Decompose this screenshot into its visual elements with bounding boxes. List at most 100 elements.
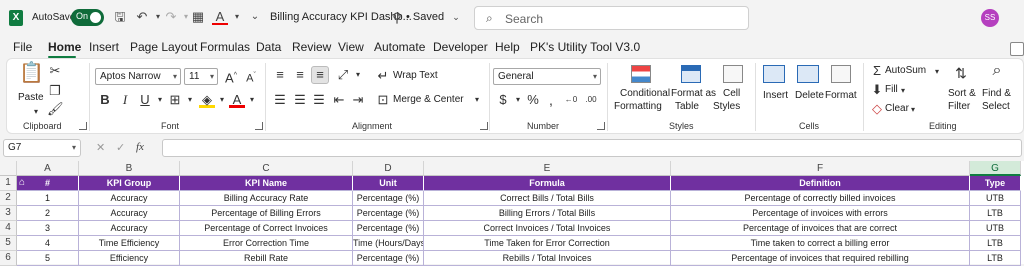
- table-header-cell[interactable]: ⌂ #: [17, 176, 79, 191]
- format-cells-icon[interactable]: [831, 65, 851, 83]
- clear-dropdown-icon[interactable]: ▾: [905, 102, 921, 118]
- table-cell[interactable]: Time Efficiency: [79, 236, 180, 251]
- fill-dropdown-icon[interactable]: ▾: [895, 83, 911, 99]
- wrap-text-label[interactable]: Wrap Text: [393, 70, 438, 81]
- insert-function-icon[interactable]: fx: [136, 141, 144, 153]
- paste-label[interactable]: Paste: [18, 92, 44, 103]
- increase-decimal-icon[interactable]: ←0: [563, 92, 579, 108]
- column-header-a[interactable]: A: [17, 161, 79, 176]
- table-header-cell[interactable]: Unit: [353, 176, 424, 191]
- column-header-e[interactable]: E: [424, 161, 671, 176]
- table-cell[interactable]: Time taken to correct a billing error: [671, 236, 970, 251]
- tab-insert[interactable]: Insert: [89, 40, 119, 54]
- font-color-icon[interactable]: A: [212, 9, 228, 25]
- table-cell[interactable]: Correct Bills / Total Bills: [424, 191, 671, 206]
- column-header-f[interactable]: F: [671, 161, 970, 176]
- font-launcher-icon[interactable]: [255, 122, 263, 130]
- align-middle-icon[interactable]: ≡: [292, 67, 308, 83]
- save-icon[interactable]: 🖫: [112, 9, 128, 25]
- orientation-icon[interactable]: ⤢: [335, 67, 351, 83]
- row-header[interactable]: 5: [0, 236, 17, 251]
- fill-icon[interactable]: ⬇: [869, 82, 885, 98]
- tab-home[interactable]: Home: [48, 40, 81, 54]
- table-cell[interactable]: Percentage of Billing Errors: [180, 206, 353, 221]
- tab-help[interactable]: Help: [495, 40, 520, 54]
- avatar[interactable]: SS: [981, 9, 999, 27]
- table-header-cell[interactable]: Type: [970, 176, 1021, 191]
- table-cell[interactable]: Accuracy: [79, 221, 180, 236]
- underline-icon[interactable]: U: [137, 92, 153, 108]
- tab-formulas[interactable]: Formulas: [200, 40, 250, 54]
- merge-center-label[interactable]: Merge & Center: [393, 94, 464, 105]
- font-name-select[interactable]: Aptos Narrow ▾: [95, 68, 181, 85]
- autosum-dropdown-icon[interactable]: ▾: [929, 64, 945, 80]
- column-header-g[interactable]: G: [970, 161, 1021, 176]
- align-bottom-icon[interactable]: ≡: [311, 66, 329, 84]
- italic-icon[interactable]: I: [117, 92, 133, 108]
- autosave-toggle[interactable]: On: [71, 9, 104, 26]
- table-cell[interactable]: Percentage (%): [353, 206, 424, 221]
- align-top-icon[interactable]: ≡: [272, 67, 288, 83]
- table-cell[interactable]: 3: [17, 221, 79, 236]
- orientation-dropdown-icon[interactable]: ▾: [350, 67, 366, 83]
- sort-filter-label-1[interactable]: Sort &: [948, 88, 976, 99]
- tab-utility-tool[interactable]: PK's Utility Tool V3.0: [530, 40, 640, 54]
- find-select-label-1[interactable]: Find &: [982, 88, 1011, 99]
- cell-styles-icon[interactable]: [723, 65, 743, 83]
- copy-icon[interactable]: ❐: [47, 83, 63, 99]
- tab-data[interactable]: Data: [256, 40, 281, 54]
- format-cells-label[interactable]: Format: [825, 90, 857, 101]
- format-as-table-label-2[interactable]: Table: [675, 101, 699, 112]
- increase-indent-icon[interactable]: ⇥: [350, 92, 366, 108]
- currency-dropdown-icon[interactable]: ▾: [510, 92, 526, 108]
- table-cell[interactable]: 1: [17, 191, 79, 206]
- paste-icon[interactable]: 📋: [19, 63, 44, 87]
- table-cell[interactable]: Percentage (%): [353, 221, 424, 236]
- row-header[interactable]: 4: [0, 221, 17, 236]
- autosum-label[interactable]: AutoSum: [885, 65, 926, 76]
- merge-center-icon[interactable]: ⊡: [375, 92, 391, 108]
- format-as-table-label-1[interactable]: Format as: [671, 88, 716, 99]
- increase-font-icon[interactable]: A^: [223, 68, 239, 85]
- tab-automate[interactable]: Automate: [374, 40, 425, 54]
- row-header[interactable]: 2: [0, 191, 17, 206]
- tab-developer[interactable]: Developer: [433, 40, 488, 54]
- row-header[interactable]: 1: [0, 176, 17, 191]
- table-header-cell[interactable]: Formula: [424, 176, 671, 191]
- table-cell[interactable]: Accuracy: [79, 206, 180, 221]
- undo-icon[interactable]: ↶: [134, 9, 150, 25]
- decrease-font-icon[interactable]: Aˇ: [243, 68, 259, 85]
- underline-dropdown-icon[interactable]: ▾: [152, 92, 168, 108]
- tab-review[interactable]: Review: [292, 40, 331, 54]
- table-cell[interactable]: Time Taken for Error Correction: [424, 236, 671, 251]
- borders-icon[interactable]: ▦: [190, 9, 206, 25]
- number-format-select[interactable]: General ▾: [493, 68, 601, 85]
- cancel-icon[interactable]: ✕: [96, 141, 105, 154]
- conditional-formatting-label-1[interactable]: Conditional: [620, 88, 670, 99]
- delete-cells-label[interactable]: Delete: [795, 90, 824, 101]
- saved-dropdown-icon[interactable]: ⌄: [448, 9, 464, 25]
- redo-icon[interactable]: ↷: [163, 9, 179, 25]
- decrease-decimal-icon[interactable]: .00: [583, 92, 599, 108]
- sort-filter-label-2[interactable]: Filter: [948, 101, 970, 112]
- table-cell[interactable]: 4: [17, 236, 79, 251]
- comma-style-icon[interactable]: ,: [543, 92, 559, 108]
- alignment-launcher-icon[interactable]: [480, 122, 488, 130]
- column-header-c[interactable]: C: [180, 161, 353, 176]
- tab-view[interactable]: View: [338, 40, 364, 54]
- align-left-icon[interactable]: ☰: [272, 92, 288, 108]
- align-center-icon[interactable]: ☰: [292, 92, 308, 108]
- wrap-text-icon[interactable]: ↵: [375, 68, 391, 84]
- table-cell[interactable]: Accuracy: [79, 191, 180, 206]
- table-cell[interactable]: Correct Invoices / Total Invoices: [424, 221, 671, 236]
- column-header-b[interactable]: B: [79, 161, 180, 176]
- table-cell[interactable]: LTB: [970, 206, 1021, 221]
- number-launcher-icon[interactable]: [597, 122, 605, 130]
- decrease-indent-icon[interactable]: ⇤: [331, 92, 347, 108]
- tab-page-layout[interactable]: Page Layout: [130, 40, 197, 54]
- table-cell[interactable]: Percentage of invoices that are correct: [671, 221, 970, 236]
- row-header[interactable]: 3: [0, 206, 17, 221]
- find-select-icon[interactable]: ⌕: [987, 63, 1007, 83]
- clear-icon[interactable]: ◇: [869, 101, 885, 117]
- formula-input[interactable]: [162, 139, 1022, 157]
